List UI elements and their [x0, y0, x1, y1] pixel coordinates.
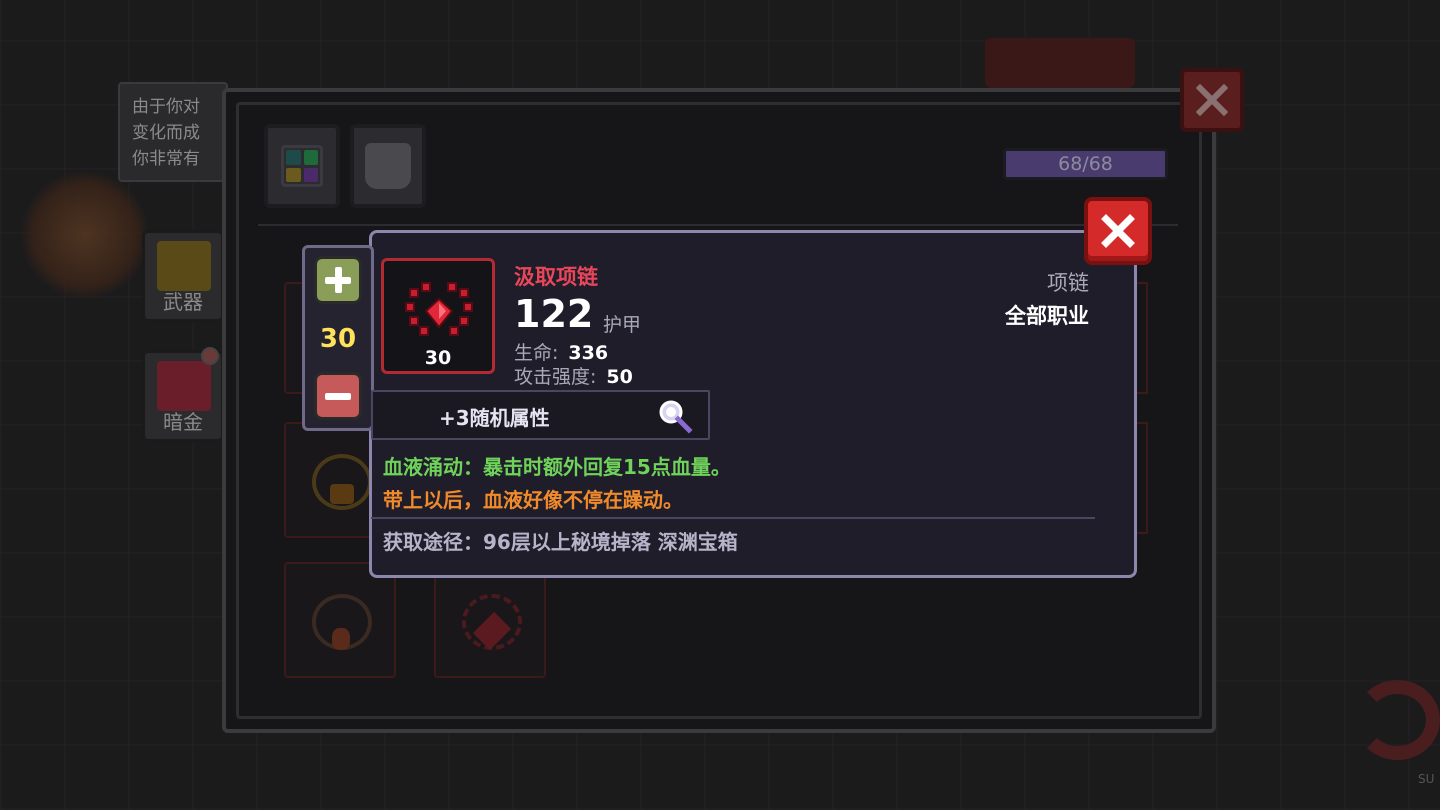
weapon-tab-icon	[157, 241, 211, 291]
item-effect: 血液涌动：暴击时额外回复15点血量。	[383, 455, 731, 479]
tooltip-line: 变化而成	[132, 123, 200, 143]
item-name: 汲取项链	[514, 265, 598, 289]
stat-attack: 攻击强度: 50	[514, 362, 633, 389]
item-source: 获取途径：96层以上秘境掉落 深渊宝箱	[383, 530, 738, 554]
tooltip-line: 由于你对	[132, 97, 200, 117]
side-tab-label: 武器	[163, 290, 203, 314]
side-tab-weapon[interactable]: 武器	[142, 230, 224, 322]
close-icon	[1101, 214, 1135, 248]
stat-hp: 生命: 336	[514, 338, 608, 365]
close-icon	[1195, 83, 1229, 117]
category-armor-button[interactable]	[350, 124, 426, 208]
quantity-stepper: 30	[302, 245, 374, 431]
notification-dot	[201, 347, 219, 365]
side-tab-dark-gold[interactable]: 暗金	[142, 347, 224, 442]
category-all-button[interactable]	[264, 124, 340, 208]
inventory-slot[interactable]	[434, 562, 546, 678]
armor-helmet-icon	[365, 143, 411, 189]
background-lantern	[20, 170, 150, 300]
dark-gold-tab-icon	[157, 361, 211, 411]
minus-icon	[325, 392, 351, 400]
increase-button[interactable]	[314, 256, 362, 304]
magnifier-icon	[659, 400, 693, 434]
random-attributes-label: +3随机属性	[439, 406, 550, 430]
item-armor-label: 护甲	[603, 314, 642, 336]
random-attributes-button[interactable]: +3随机属性	[371, 390, 710, 440]
inventory-slot[interactable]	[284, 562, 396, 678]
detail-divider	[371, 517, 1095, 519]
stat-value: 50	[606, 366, 633, 388]
item-icon-box: 30	[381, 258, 495, 374]
close-detail-button[interactable]	[1084, 197, 1152, 265]
item-flavor-text: 带上以后，血液好像不停在躁动。	[383, 488, 683, 512]
capacity-text: 68/68	[1058, 153, 1113, 175]
decrease-button[interactable]	[314, 372, 362, 420]
item-class-restriction: 全部职业	[1005, 304, 1089, 328]
blood-necklace-icon	[405, 282, 473, 336]
panel-divider	[258, 224, 1178, 226]
stat-value: 336	[568, 342, 609, 364]
item-type: 项链	[1047, 271, 1089, 295]
background-corner-text: SU	[1418, 772, 1435, 786]
background-top-box	[985, 38, 1135, 88]
all-items-grid-icon	[281, 145, 323, 187]
quantity-value: 30	[319, 324, 357, 354]
gem-icon	[332, 628, 350, 650]
stat-label: 生命:	[514, 342, 559, 364]
background-tooltip: 由于你对 变化而成 你非常有	[118, 82, 228, 182]
side-tab-label: 暗金	[163, 410, 203, 434]
item-quantity: 30	[424, 347, 452, 369]
close-panel-button[interactable]	[1180, 68, 1244, 132]
item-armor-value: 122	[514, 292, 594, 336]
background-swirl-icon	[1355, 680, 1440, 760]
stat-label: 攻击强度:	[514, 366, 597, 388]
tooltip-line: 你非常有	[132, 149, 200, 169]
gem-icon	[330, 484, 354, 504]
capacity-bar: 68/68	[1003, 148, 1168, 180]
